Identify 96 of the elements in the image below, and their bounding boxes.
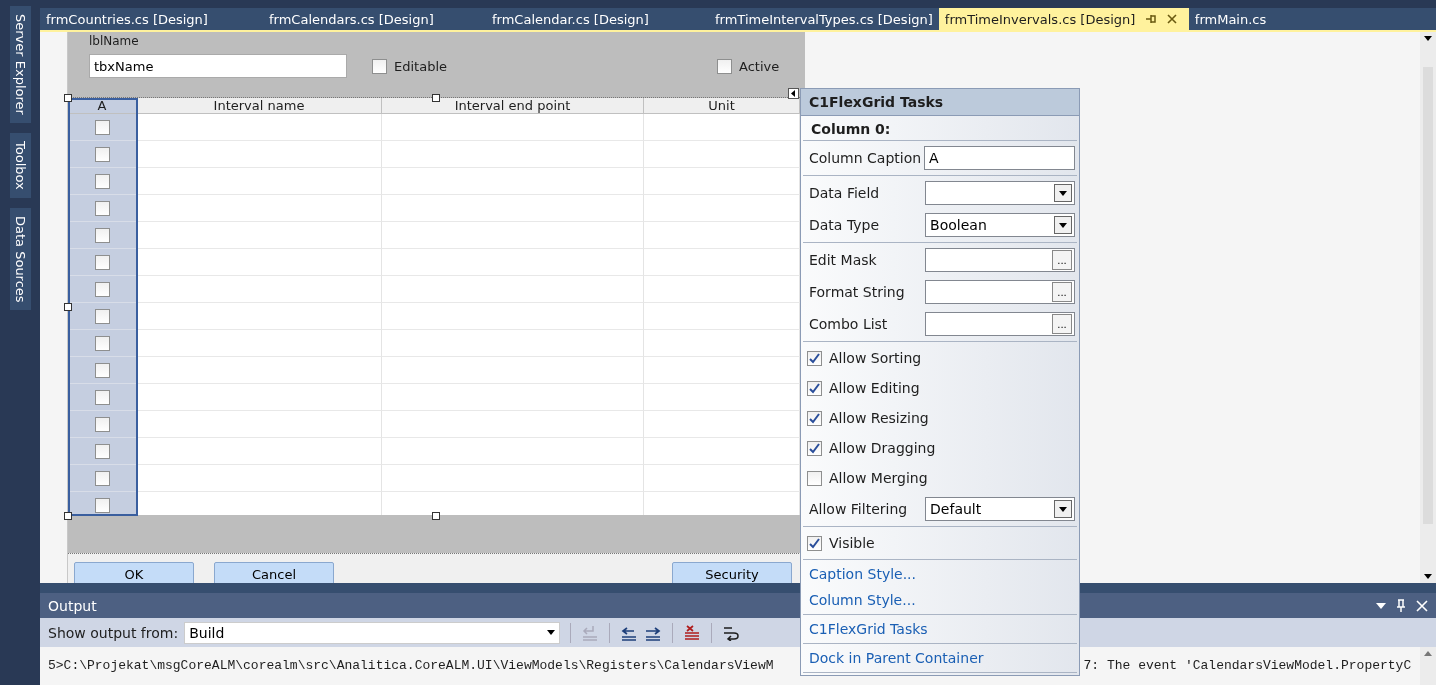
document-tab[interactable]: frmTimeIntervalTypes.cs [Design] (709, 8, 939, 30)
row-checkbox[interactable] (95, 119, 110, 135)
resize-handle[interactable] (64, 94, 72, 102)
action-link[interactable]: Dock in Parent Container (803, 645, 1077, 671)
resize-handle[interactable] (64, 512, 72, 520)
caret-icon (547, 630, 556, 635)
checkbox[interactable] (807, 535, 822, 551)
column-header[interactable]: Interval end point (382, 98, 644, 114)
property-field[interactable]: A (924, 146, 1075, 170)
checkbox[interactable] (807, 410, 822, 426)
form-button[interactable]: Security (672, 562, 792, 583)
row-checkbox[interactable] (95, 227, 110, 243)
browse-button[interactable]: ... (1052, 250, 1072, 270)
tasks-panel-title: C1FlexGrid Tasks (801, 89, 1079, 116)
property-label: Data Type (809, 217, 881, 233)
property-label: Format String (809, 284, 906, 300)
caret-icon (1059, 222, 1067, 228)
row-checkbox[interactable] (95, 254, 110, 270)
row-checkbox[interactable] (95, 497, 110, 513)
property-label: Allow Filtering (809, 501, 909, 517)
action-link[interactable]: Column Style... (803, 587, 1077, 613)
side-tab[interactable]: Toolbox (9, 132, 31, 198)
row-checkbox[interactable] (95, 443, 110, 459)
property-field[interactable]: ... (925, 280, 1075, 304)
row-checkbox[interactable] (95, 389, 110, 405)
previous-message-icon[interactable] (620, 624, 639, 641)
dropdown-icon[interactable] (1376, 602, 1386, 609)
close-icon[interactable] (1167, 14, 1178, 24)
output-line: 7: The event 'CalendarsViewModel.PropertyC (1083, 657, 1412, 675)
name-field[interactable]: tbxName (89, 54, 347, 78)
checkbox-label: Active (739, 58, 780, 74)
property-label: Edit Mask (809, 252, 878, 268)
row-checkbox[interactable] (95, 281, 110, 297)
form-button[interactable]: OK (74, 562, 194, 583)
checkbox[interactable] (372, 58, 387, 74)
property-label: Combo List (809, 316, 889, 332)
document-tab[interactable]: frmMain.cs (1188, 8, 1412, 30)
next-message-icon[interactable] (644, 624, 663, 641)
checkbox[interactable] (807, 440, 822, 456)
checkbox-label: Allow Resizing (829, 410, 929, 426)
property-label: Column Caption (809, 150, 923, 166)
clear-all-icon[interactable] (683, 624, 702, 641)
checkbox[interactable] (807, 470, 822, 486)
property-dropdown[interactable] (925, 181, 1075, 205)
checkbox-label: Allow Editing (829, 380, 920, 396)
row-checkbox[interactable] (95, 308, 110, 324)
column-header[interactable]: Unit (644, 98, 800, 114)
row-checkbox[interactable] (95, 173, 110, 189)
property-dropdown[interactable]: Default (925, 497, 1075, 521)
document-tab[interactable]: frmTimeInvervals.cs [Design] (938, 8, 1189, 30)
caret-icon (1059, 506, 1067, 512)
row-checkbox[interactable] (95, 335, 110, 351)
checkbox-label: Allow Sorting (829, 350, 922, 366)
caret-icon (1059, 190, 1067, 196)
smart-tag-icon[interactable] (788, 88, 799, 99)
row-checkbox[interactable] (95, 200, 110, 216)
resize-handle[interactable] (432, 94, 440, 102)
property-label: Data Field (809, 185, 881, 201)
checkbox[interactable] (717, 58, 732, 74)
property-field[interactable]: ... (925, 248, 1075, 272)
document-tab[interactable]: frmCountries.cs [Design] (40, 8, 263, 30)
word-wrap-icon[interactable] (722, 624, 741, 641)
checkbox[interactable] (807, 350, 822, 366)
name-label: lblName (89, 34, 140, 50)
resize-handle[interactable] (64, 303, 72, 311)
browse-button[interactable]: ... (1052, 282, 1072, 302)
row-checkbox[interactable] (95, 362, 110, 378)
document-tab[interactable]: frmCalendar.cs [Design] (486, 8, 709, 30)
property-field[interactable]: ... (925, 312, 1075, 336)
checkbox-label: Allow Merging (829, 470, 928, 486)
action-link[interactable]: C1FlexGrid Tasks (803, 616, 1077, 642)
document-tab[interactable]: frmCalendars.cs [Design] (263, 8, 486, 30)
checkbox-label: Editable (394, 58, 447, 74)
output-line: 5>C:\Projekat\msgCoreALM\corealm\src\Analitica.CoreALM.UI\ViewModels\Registers\CalendarsViewM (48, 657, 774, 675)
browse-button[interactable]: ... (1052, 314, 1072, 334)
output-scrollbar[interactable] (1420, 647, 1436, 685)
side-tab[interactable]: Server Explorer (9, 6, 31, 123)
vertical-scrollbar[interactable] (1420, 32, 1436, 583)
column-header[interactable]: Interval name (137, 98, 382, 114)
form-button[interactable]: Cancel (214, 562, 334, 583)
property-dropdown[interactable]: Boolean (925, 213, 1075, 237)
checkbox-label: Visible (829, 535, 875, 551)
side-tab[interactable]: Data Sources (9, 207, 31, 311)
checkbox[interactable] (807, 380, 822, 396)
output-source-label: Show output from: (48, 624, 179, 641)
action-link[interactable]: Caption Style... (803, 561, 1077, 587)
pin-icon[interactable] (1145, 14, 1158, 24)
section-heading: Column 0: (803, 116, 1077, 141)
output-title: Output (48, 597, 97, 614)
row-checkbox[interactable] (95, 470, 110, 486)
row-checkbox[interactable] (95, 416, 110, 432)
checkbox-label: Allow Dragging (829, 440, 936, 456)
resize-handle[interactable] (432, 512, 440, 520)
scroll-down-icon (1424, 574, 1432, 579)
row-checkbox[interactable] (95, 146, 110, 162)
output-source-dropdown[interactable]: Build (184, 621, 561, 644)
